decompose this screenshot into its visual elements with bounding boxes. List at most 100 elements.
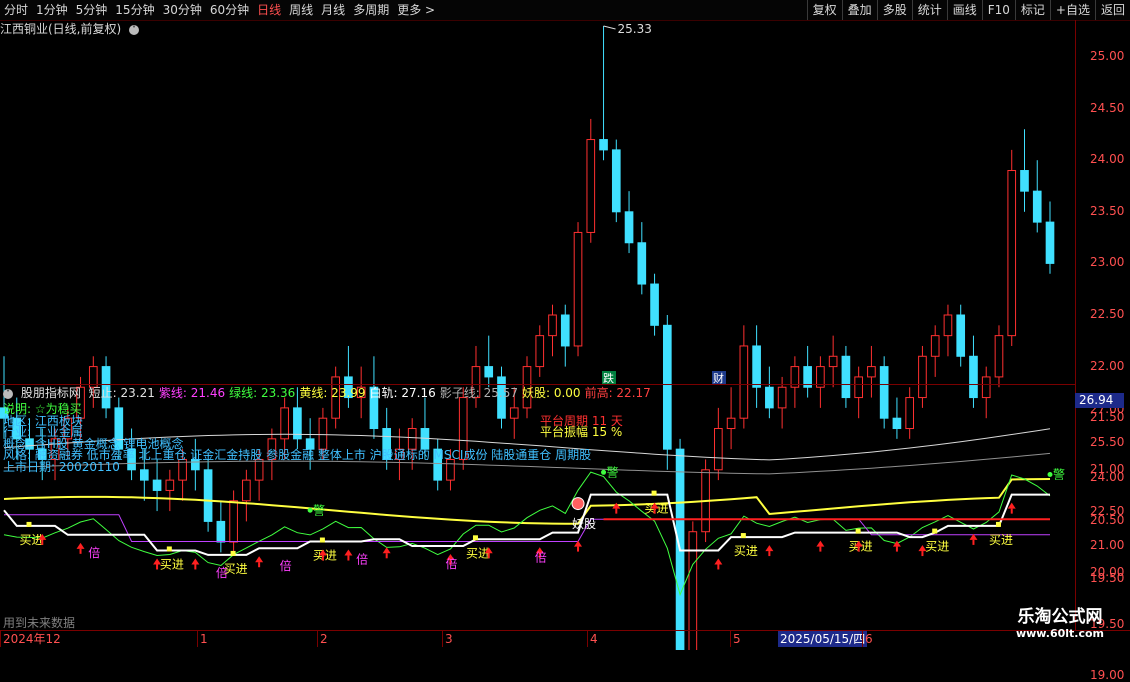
candle[interactable] xyxy=(752,325,761,408)
candle[interactable] xyxy=(624,191,634,254)
buy-signal-dot xyxy=(855,528,861,534)
price-axis: 25.00 24.50 24.00 23.50 23.00 22.50 22.00 21.50… xyxy=(1075,20,1130,682)
sub-price-tick-5: 19.50 xyxy=(1090,571,1125,585)
buy-signal-dot xyxy=(472,535,478,541)
date-tick-0: 2024年12 xyxy=(3,632,61,646)
info-line-1: 地区: 江西板块 xyxy=(3,413,83,428)
double-signal-label: 倍 xyxy=(535,549,547,564)
candle[interactable] xyxy=(854,366,863,419)
date-tick-mark-5 xyxy=(730,631,731,647)
up-arrow-icon xyxy=(765,545,774,557)
candle[interactable] xyxy=(765,366,774,419)
candle[interactable] xyxy=(905,387,915,439)
candle[interactable] xyxy=(675,438,685,650)
candle[interactable] xyxy=(943,304,953,357)
candle[interactable] xyxy=(726,387,736,450)
chart-canvas[interactable]: 25.3319.01跌财买进买进买进买进买进买进买进买进买进买进倍倍倍倍倍倍警警… xyxy=(0,0,1130,650)
sub-price-tick-2: 24.00 xyxy=(1090,470,1125,484)
candle[interactable] xyxy=(229,490,238,553)
sub-price-tick-4: 21.00 xyxy=(1090,538,1125,552)
platform-amplitude-text: 平台振幅 15 % xyxy=(540,425,623,439)
candle[interactable] xyxy=(535,325,545,377)
event-tag-1[interactable]: 财 xyxy=(712,371,726,385)
double-signal-label: 倍 xyxy=(88,545,100,560)
candle[interactable] xyxy=(803,345,812,398)
date-tick-1: 1 xyxy=(200,632,208,646)
warn-dot xyxy=(307,507,313,513)
double-signal-label: 倍 xyxy=(356,552,368,567)
buy-signal-dot xyxy=(230,550,236,556)
price-tick-1: 24.50 xyxy=(1090,100,1125,115)
candle[interactable] xyxy=(484,335,494,388)
candle[interactable] xyxy=(816,356,825,408)
price-tick-3: 23.50 xyxy=(1090,203,1125,218)
max-price-marker: 25.33 xyxy=(603,22,652,36)
candle[interactable] xyxy=(573,222,583,357)
candle[interactable] xyxy=(828,335,838,388)
price-tick-5: 22.50 xyxy=(1090,307,1125,321)
date-tick-mark-6 xyxy=(862,631,863,647)
candle[interactable] xyxy=(969,335,978,408)
demon-stock-label: 妖股 xyxy=(572,517,596,531)
svg-text:跌: 跌 xyxy=(603,371,614,385)
watermark-url: www.60lt.com xyxy=(1015,627,1105,640)
candle[interactable] xyxy=(165,469,175,512)
buy-signal-dot xyxy=(995,521,1001,527)
candle[interactable] xyxy=(918,345,927,408)
indicator-values-bar: ˅ 股朋指标网 短止: 23.21 紫线: 21.46 绿线: 23.36 黄线: 2… xyxy=(0,385,655,401)
candle[interactable] xyxy=(599,26,608,161)
future-data-note: 用到未来数据 xyxy=(3,616,76,630)
candle[interactable] xyxy=(1045,201,1055,274)
candle[interactable] xyxy=(662,315,672,470)
indicator-item-1: 紫线: 21.46 xyxy=(158,386,226,400)
indicator-item-4: 白轨: 27.16 xyxy=(369,386,436,400)
current-price-label: 26.94 xyxy=(1075,393,1124,408)
buy-signal-dot xyxy=(932,528,938,534)
double-signal-label: 倍 xyxy=(216,565,228,580)
up-arrow-icon xyxy=(714,558,723,570)
buy-signal-dot xyxy=(651,490,657,496)
price-tick-0: 25.00 xyxy=(1090,49,1125,63)
up-arrow-icon xyxy=(574,540,583,552)
indicator-item-0: 短止: 23.21 xyxy=(88,386,155,400)
candle[interactable] xyxy=(981,366,991,419)
chevron-down-icon[interactable]: ˅ xyxy=(3,388,13,399)
price-tick-4: 23.00 xyxy=(1090,255,1125,270)
candle[interactable] xyxy=(560,304,570,367)
candle[interactable] xyxy=(216,500,226,553)
buy-signal-label: 买进 xyxy=(734,544,758,558)
candle[interactable] xyxy=(867,345,876,398)
candle[interactable] xyxy=(714,407,723,481)
event-tag-0[interactable]: 跌 xyxy=(602,371,616,385)
indicator-item-7: 前高: 22.17 xyxy=(584,386,651,400)
buy-signal-label: 买进 xyxy=(989,533,1013,547)
candle[interactable] xyxy=(790,356,800,408)
date-tick-mark-4 xyxy=(587,631,588,647)
date-tick-mark-2 xyxy=(317,631,318,647)
demon-stock-icon xyxy=(571,497,585,511)
candle[interactable] xyxy=(956,304,966,367)
candle[interactable] xyxy=(892,397,902,439)
max-price-label: 25.33 xyxy=(618,22,652,36)
candle[interactable] xyxy=(242,469,251,522)
candle[interactable] xyxy=(637,222,647,295)
indicator-item-5: 影子线: 25.57 xyxy=(439,386,518,400)
candle[interactable] xyxy=(650,273,659,336)
candle[interactable] xyxy=(611,139,621,223)
warn-signal-label: 警 xyxy=(313,502,325,517)
indicator-item-3: 黄线: 23.99 xyxy=(299,386,366,400)
candle[interactable] xyxy=(841,345,851,408)
candle[interactable] xyxy=(1007,149,1017,346)
candle[interactable] xyxy=(994,325,1004,388)
price-tick-6: 22.00 xyxy=(1090,358,1125,373)
date-tick-mark-1 xyxy=(197,631,198,647)
sub-price-tick-3: 22.50 xyxy=(1090,504,1125,518)
candle[interactable] xyxy=(1020,129,1029,212)
candle[interactable] xyxy=(548,304,557,357)
candle[interactable] xyxy=(879,356,889,429)
candle[interactable] xyxy=(1032,160,1042,233)
candle[interactable] xyxy=(739,325,749,429)
candle[interactable] xyxy=(930,325,940,377)
stock-info-block: 说明: ☆为稳买 地区: 江西板块 行业: 工业金属 概念: 含H股 黄金概念 锂电池… xyxy=(3,403,591,473)
candle[interactable] xyxy=(586,118,596,243)
